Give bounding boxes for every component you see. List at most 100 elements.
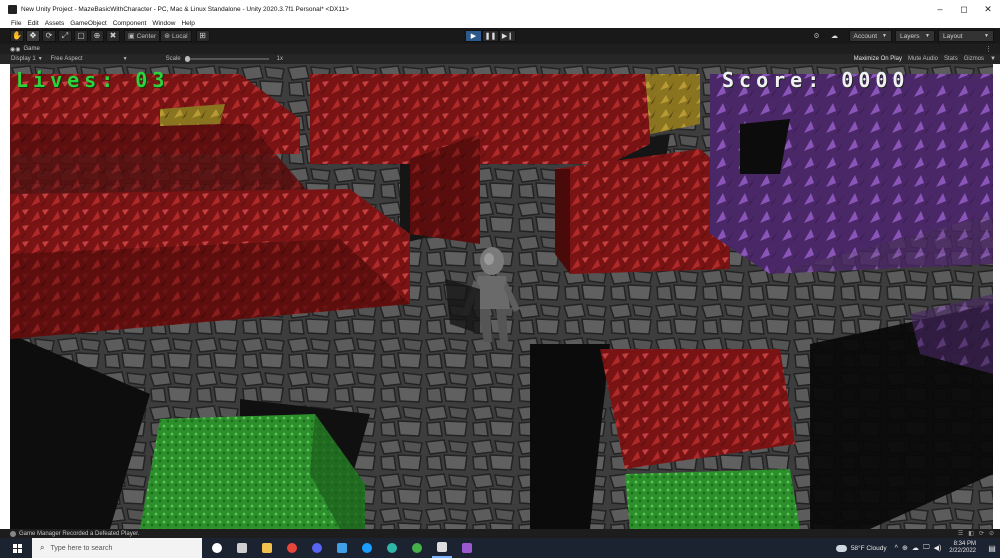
tab-game[interactable]: ◉◉ Game bbox=[0, 46, 40, 53]
pivot-center-toggle[interactable]: ▣ Center bbox=[124, 30, 161, 42]
taskbar-app-edge[interactable] bbox=[382, 538, 402, 558]
vscode-like-icon bbox=[337, 543, 347, 553]
taskbar-app-discord[interactable] bbox=[307, 538, 327, 558]
taskbar-search-input[interactable]: ⌕ Type here to search bbox=[32, 538, 202, 558]
weather-label[interactable]: 58°F Cloudy bbox=[851, 545, 887, 552]
aspect-label: Free Aspect bbox=[50, 56, 83, 62]
window-titlebar: New Unity Project - MazeBasicWithCharact… bbox=[0, 0, 1000, 18]
taskbar-app-vscode-like[interactable] bbox=[332, 538, 352, 558]
console-icon[interactable]: ☰ bbox=[958, 530, 963, 537]
gamepad-icon: ◉◉ bbox=[10, 46, 21, 53]
unity-app-icon bbox=[8, 4, 17, 14]
taskbar-app-cortana[interactable] bbox=[207, 538, 227, 558]
menu-assets[interactable]: Assets bbox=[45, 20, 65, 27]
collab-icon[interactable]: ⚙ bbox=[810, 30, 824, 42]
debug-icon[interactable]: ⊘ bbox=[989, 530, 994, 537]
system-tray: 58°F Cloudy ^ ⊕ ☁ 🖵 ◀) 8:34 PM 2/22/2022… bbox=[835, 538, 1000, 558]
pause-button[interactable]: ❚❚ bbox=[482, 30, 499, 42]
more-options-icon[interactable]: ⋮ bbox=[985, 45, 992, 53]
account-dropdown[interactable]: Account ▼ bbox=[848, 30, 892, 42]
tray-app-icon[interactable]: ⊕ bbox=[902, 544, 908, 552]
clock-time: 8:34 PM bbox=[953, 541, 976, 547]
windows-logo-icon bbox=[12, 543, 22, 553]
display-label: Display 1 bbox=[11, 56, 36, 62]
status-bar: Game Manager Recorded a Defeated Player.… bbox=[0, 529, 1000, 538]
aspect-dropdown[interactable]: Free Aspect bbox=[51, 56, 83, 62]
rotate-tool-button[interactable]: ⟳ bbox=[42, 30, 56, 42]
display-dropdown[interactable]: Display 1 ▼ bbox=[11, 56, 43, 62]
scale-slider[interactable] bbox=[184, 56, 269, 62]
chevron-down-icon: ▼ bbox=[984, 33, 989, 39]
status-message[interactable]: Game Manager Recorded a Defeated Player. bbox=[19, 531, 139, 537]
refresh-icon[interactable]: ⟳ bbox=[979, 530, 984, 537]
unity-icon bbox=[437, 542, 447, 552]
search-placeholder: Type here to search bbox=[50, 544, 113, 552]
transform-tool-button[interactable]: ⊕ bbox=[90, 30, 104, 42]
space-label: Local bbox=[172, 32, 188, 40]
maximize-button[interactable]: ◻ bbox=[952, 0, 976, 18]
rect-tool-button[interactable]: ▢ bbox=[74, 30, 88, 42]
menu-component[interactable]: Component bbox=[113, 20, 147, 27]
menu-gameobject[interactable]: GameObject bbox=[70, 20, 107, 27]
task-view-icon bbox=[237, 543, 247, 553]
edge-icon bbox=[387, 543, 397, 553]
score-counter: Score: 0000 bbox=[722, 68, 910, 92]
maximize-on-play-toggle[interactable]: Maximize On Play bbox=[854, 56, 902, 62]
pivot-icon: ▣ bbox=[128, 33, 135, 40]
cloud-icon[interactable]: ☁ bbox=[828, 30, 842, 42]
aspect-chevron[interactable]: ▼ bbox=[121, 56, 128, 62]
scale-label: Scale bbox=[165, 56, 181, 62]
layers-dropdown[interactable]: Layers ▼ bbox=[895, 30, 935, 42]
scale-tool-button[interactable]: ⤢ bbox=[58, 30, 72, 42]
stats-toggle[interactable]: Stats bbox=[944, 56, 958, 62]
taskbar-app-task-view[interactable] bbox=[232, 538, 252, 558]
clock[interactable]: 8:34 PM 2/22/2022 bbox=[949, 541, 976, 555]
tray-overflow-icon[interactable]: ^ bbox=[895, 545, 898, 552]
maze-scene bbox=[10, 64, 993, 529]
pivot-local-toggle[interactable]: ⊛ Local bbox=[160, 30, 192, 42]
mute-audio-toggle[interactable]: Mute Audio bbox=[908, 56, 938, 62]
menu-edit[interactable]: Edit bbox=[27, 20, 38, 27]
taskbar-app-file-explorer[interactable] bbox=[257, 538, 277, 558]
taskbar-app-visual-studio[interactable] bbox=[457, 538, 477, 558]
grid-snap-button[interactable]: ⊞ bbox=[195, 30, 210, 42]
volume-icon[interactable]: ◀) bbox=[934, 544, 942, 552]
scale-slider-thumb[interactable] bbox=[184, 56, 190, 62]
minimize-button[interactable]: – bbox=[928, 0, 952, 18]
window-title: New Unity Project - MazeBasicWithCharact… bbox=[21, 5, 349, 13]
notifications-icon[interactable]: ▤ bbox=[984, 538, 1000, 558]
network-icon[interactable]: 🖵 bbox=[923, 544, 930, 552]
chrome-icon bbox=[287, 543, 297, 553]
tab-game-label: Game bbox=[23, 46, 40, 52]
step-button[interactable]: ▶❙ bbox=[499, 30, 516, 42]
game-viewport[interactable]: Lives: 03 Score: 0000 bbox=[10, 64, 993, 529]
menu-help[interactable]: Help bbox=[181, 20, 194, 27]
game-view-controls: Display 1 ▼ Free Aspect ▼ Scale 1x Maximi… bbox=[0, 54, 1000, 64]
pivot-label: Center bbox=[136, 32, 157, 40]
taskbar-app-unity[interactable] bbox=[432, 538, 452, 558]
xbox-icon bbox=[412, 543, 422, 553]
taskbar-app-steam[interactable] bbox=[357, 538, 377, 558]
taskbar-app-chrome[interactable] bbox=[282, 538, 302, 558]
gizmos-dropdown[interactable]: Gizmos bbox=[964, 56, 984, 62]
local-icon: ⊛ bbox=[164, 33, 171, 40]
start-button[interactable] bbox=[6, 538, 28, 558]
hand-tool-button[interactable]: ✋ bbox=[10, 30, 24, 42]
chevron-down-icon: ▼ bbox=[925, 33, 930, 39]
menu-file[interactable]: File bbox=[11, 20, 21, 27]
onedrive-icon[interactable]: ☁ bbox=[912, 544, 919, 552]
menu-bar: File Edit Assets GameObject Component Wi… bbox=[0, 18, 1000, 28]
taskbar-app-xbox[interactable] bbox=[407, 538, 427, 558]
account-label: Account bbox=[853, 32, 878, 40]
close-button[interactable]: ✕ bbox=[976, 0, 1000, 18]
custom-tool-button[interactable]: ✖ bbox=[106, 30, 120, 42]
chevron-down-icon[interactable]: ▼ bbox=[990, 56, 996, 62]
layout-dropdown[interactable]: Layout ▼ bbox=[938, 30, 994, 42]
layout-label: Layout bbox=[943, 32, 963, 40]
lives-counter: Lives: 03 bbox=[16, 68, 170, 92]
play-button[interactable]: ▶ bbox=[465, 30, 482, 42]
layout-icon[interactable]: ◧ bbox=[968, 530, 974, 537]
clock-date: 2/22/2022 bbox=[949, 548, 976, 554]
move-tool-button[interactable]: ✥ bbox=[26, 30, 40, 42]
menu-window[interactable]: Window bbox=[152, 20, 175, 27]
